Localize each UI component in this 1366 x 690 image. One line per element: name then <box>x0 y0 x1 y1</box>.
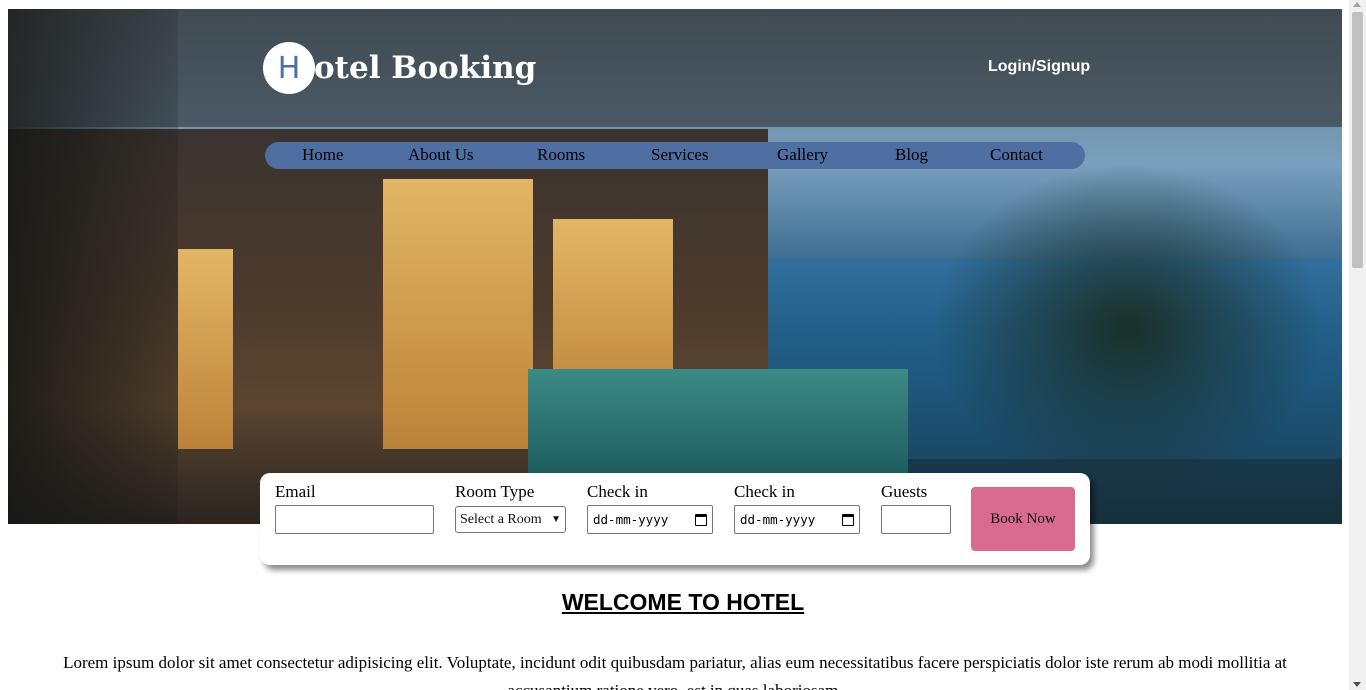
hero-banner <box>8 9 1342 524</box>
top-strip <box>0 0 1366 9</box>
guests-label: Guests <box>881 482 928 501</box>
check-in-label: Check in <box>587 482 648 501</box>
check-in-date-field[interactable]: dd-mm-yyyy <box>587 505 713 534</box>
nav-item-rooms[interactable]: Rooms <box>537 145 585 165</box>
scroll-down-arrow-icon[interactable] <box>1353 682 1361 687</box>
nav-item-gallery[interactable]: Gallery <box>777 145 828 165</box>
intro-paragraph: Lorem ipsum dolor sit amet consectetur a… <box>63 653 1287 690</box>
nav-item-home[interactable]: Home <box>302 145 344 165</box>
nav-item-about-us[interactable]: About Us <box>408 145 474 165</box>
room-type-select[interactable]: Select a Room ▼ <box>455 506 566 533</box>
book-now-button[interactable]: Book Now <box>971 487 1075 551</box>
hero-pool <box>528 369 908 474</box>
check-out-date-field[interactable]: dd-mm-yyyy <box>734 505 860 534</box>
booking-form: Email Room Type Select a Room ▼ Check in… <box>260 473 1090 565</box>
nav-item-services[interactable]: Services <box>651 145 709 165</box>
header-overlay <box>8 9 1342 127</box>
email-field[interactable] <box>275 505 434 534</box>
scroll-up-arrow-icon[interactable] <box>1353 2 1361 7</box>
site-logo[interactable]: H otel Booking <box>263 42 536 94</box>
logo-letter-circle: H <box>263 42 315 94</box>
welcome-heading: WELCOME TO HOTEL <box>561 589 805 615</box>
check-out-label: Check in <box>734 482 795 501</box>
check-in-placeholder: dd-mm-yyyy <box>593 512 669 527</box>
nav-item-blog[interactable]: Blog <box>895 145 928 165</box>
room-type-label: Room Type <box>455 482 535 501</box>
hero-window <box>178 249 233 449</box>
check-out-placeholder: dd-mm-yyyy <box>740 512 816 527</box>
room-type-selected: Select a Room <box>460 511 542 527</box>
hero-trees-right <box>908 149 1342 524</box>
calendar-icon[interactable] <box>695 513 707 526</box>
scrollbar-thumb[interactable] <box>1352 12 1363 268</box>
guests-field[interactable] <box>881 505 951 534</box>
chevron-down-icon: ▼ <box>551 514 561 525</box>
calendar-icon[interactable] <box>842 513 854 526</box>
nav-item-contact[interactable]: Contact <box>990 145 1043 165</box>
hero-window <box>383 179 533 449</box>
login-signup-link[interactable]: Login/Signup <box>988 58 1090 76</box>
main-nav: Home About Us Rooms Services Gallery Blo… <box>265 142 1085 169</box>
logo-text: otel Booking <box>314 50 537 86</box>
email-label: Email <box>275 482 316 501</box>
